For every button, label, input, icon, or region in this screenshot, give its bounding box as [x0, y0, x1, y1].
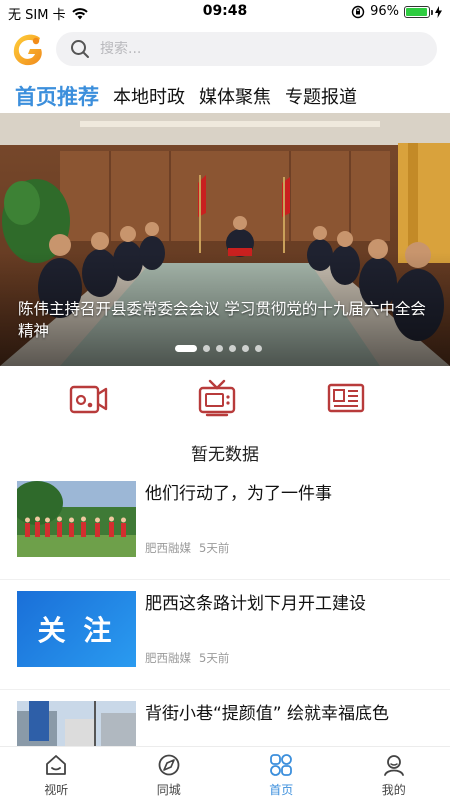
bottom-nav: 视听 同城 首页 我的 — [0, 746, 450, 800]
news-item[interactable]: 他们行动了，为了一件事 肥西融媒 5天前 — [0, 470, 450, 580]
nav-label: 我的 — [381, 783, 406, 797]
nav-item-tongcheng[interactable]: 同城 — [113, 747, 226, 800]
news-title: 背街小巷“提颜值” 绘就幸福底色 — [145, 704, 390, 724]
banner-caption: 陈伟主持召开县委常委会会议 学习贯彻党的十九届六中全会精神 — [18, 300, 426, 340]
battery-percent: 96% — [370, 4, 399, 19]
news-title: 他们行动了，为了一件事 — [145, 484, 332, 504]
news-meta: 肥西融媒 5天前 — [145, 540, 229, 556]
search-icon — [71, 40, 89, 58]
news-title: 肥西这条路计划下月开工建设 — [145, 594, 366, 614]
news-thumbnail — [17, 481, 136, 557]
app-logo[interactable] — [10, 32, 46, 68]
nav-label: 同城 — [156, 783, 181, 797]
news-time: 5天前 — [199, 541, 230, 555]
nav-item-mine[interactable]: 我的 — [338, 747, 450, 800]
tab-local-politics[interactable]: 本地时政 — [113, 83, 185, 109]
orientation-lock-icon — [351, 5, 365, 18]
carousel-dot[interactable] — [242, 345, 249, 352]
newspaper-icon[interactable] — [326, 378, 366, 418]
compass-icon — [158, 754, 180, 776]
news-source: 肥西融媒 — [145, 651, 191, 665]
carousel-dot[interactable] — [229, 345, 236, 352]
carousel-indicator — [175, 345, 262, 352]
tab-media-focus[interactable]: 媒体聚焦 — [199, 83, 271, 109]
news-item[interactable]: 关 注 肥西这条路计划下月开工建设 肥西融媒 5天前 — [0, 580, 450, 690]
carousel-dot[interactable] — [216, 345, 223, 352]
status-right: 96% — [351, 4, 442, 19]
header — [0, 28, 450, 70]
search-bar[interactable] — [56, 32, 437, 66]
news-thumbnail: 关 注 — [17, 591, 136, 667]
thumbnail-text: 关 注 — [37, 614, 116, 647]
battery-icon — [404, 5, 433, 18]
carousel-dot[interactable] — [175, 345, 197, 352]
nav-item-home[interactable]: 首页 — [225, 747, 338, 800]
news-source: 肥西融媒 — [145, 541, 191, 555]
banner-carousel[interactable]: 陈伟主持召开县委常委会会议 学习贯彻党的十九届六中全会精神 — [0, 113, 450, 366]
nav-label: 视听 — [44, 783, 69, 797]
carousel-dot[interactable] — [203, 345, 210, 352]
nav-label: 首页 — [269, 783, 294, 797]
video-camera-icon[interactable] — [68, 378, 108, 418]
quick-access-row — [0, 378, 450, 418]
status-bar: 无 SIM 卡 09:48 96% — [0, 0, 450, 24]
charging-bolt-icon — [435, 5, 442, 18]
battery-fill — [406, 7, 428, 16]
tab-special-reports[interactable]: 专题报道 — [285, 83, 357, 109]
user-icon — [383, 755, 404, 776]
empty-state-text: 暂无数据 — [191, 445, 259, 465]
tv-icon[interactable] — [197, 378, 237, 418]
carousel-dot[interactable] — [255, 345, 262, 352]
news-time: 5天前 — [199, 651, 230, 665]
nav-item-shiting[interactable]: 视听 — [0, 747, 113, 800]
search-input[interactable] — [100, 41, 400, 57]
news-meta: 肥西融媒 5天前 — [145, 650, 229, 666]
tab-home-recommend[interactable]: 首页推荐 — [15, 81, 99, 111]
home-icon — [46, 755, 67, 775]
grid-icon — [270, 754, 293, 776]
category-tabs: 首页推荐 本地时政 媒体聚焦 专题报道 — [15, 78, 357, 114]
